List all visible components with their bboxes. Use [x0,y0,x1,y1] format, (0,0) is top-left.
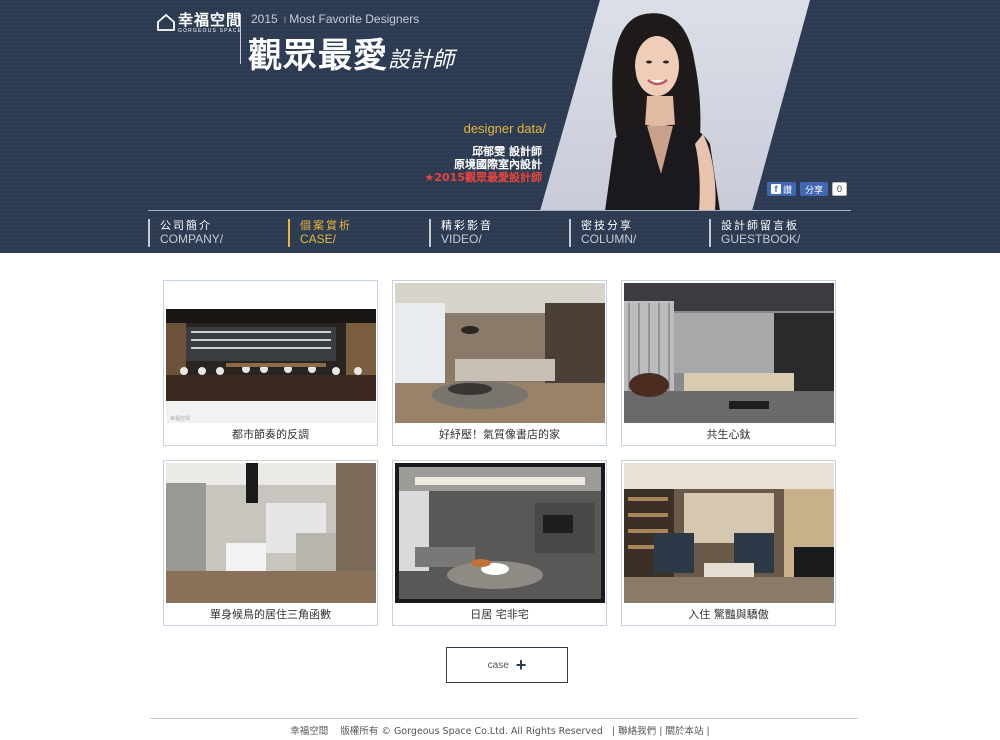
case-card[interactable]: 幸福空間 好紓壓！氣質像書店的家 [392,280,607,446]
site-footer: 幸福空間 版權所有 © Gorgeous Space Co.Ltd. All R… [290,726,710,737]
nav-item-company[interactable]: 公司簡介 COMPANY/ [148,219,223,247]
case-card[interactable]: 幸福空間 都市節奏的反調 [163,280,378,446]
case-thumbnail [166,463,376,603]
designer-award: ★2015觀眾最愛設計師 [424,171,542,184]
case-title: 好紓壓！氣質像書店的家 [439,428,560,441]
nav-label-cn: 設計師留言板 [721,219,799,232]
event-tagline: 2015 I Most Favorite Designers [251,12,419,26]
tagline-separator: I [283,15,287,25]
case-card[interactable]: 幸福空間 共生心鈦 [621,280,836,446]
case-title: 都市節奏的反調 [232,428,309,441]
logo-english: GORGEOUS SPACE [178,28,243,34]
footer-divider [150,718,858,719]
designer-portrait [605,13,720,211]
logo-chinese: 幸福空間 [178,11,243,29]
nav-divider [148,210,851,211]
case-card[interactable]: 幸福空間 入住 驚豔與驕傲 [621,460,836,626]
case-thumbnail [395,283,605,423]
nav-item-guestbook[interactable]: 設計師留言板 GUESTBOOK/ [709,219,800,247]
event-year: 2015 [251,12,278,26]
main-nav: 公司簡介 COMPANY/ 個案賞析 CASE/ 精彩影音 VIDEO/ 密技分… [148,219,851,247]
nav-label-cn: 公司簡介 [160,219,212,232]
designer-data-label: designer data/ [463,121,546,136]
case-title: 入住 驚豔與驕傲 [688,608,769,621]
nav-item-case[interactable]: 個案賞析 CASE/ [288,219,352,247]
case-card[interactable]: 幸福空間 單身候鳥的居住三角函數 [163,460,378,626]
plus-icon: + [515,655,527,675]
nav-label-en: VIDEO/ [441,232,482,246]
social-share: f 讚 分享 0 [767,182,848,196]
nav-label-en: CASE/ [300,232,337,246]
nav-label-cn: 精彩影音 [441,219,493,232]
nav-label-en: GUESTBOOK/ [721,232,801,246]
house-logo-icon [157,13,175,31]
case-title: 單身候鳥的居住三角函數 [210,608,331,621]
nav-label-en: COLUMN/ [581,232,637,246]
footer-copyright: 版權所有 © Gorgeous Space Co.Ltd. All Rights… [340,726,603,737]
case-thumbnail [395,463,605,603]
page-title-sub: 設計師 [388,48,455,73]
like-label: 讚 [783,184,793,195]
case-title: 共生心鈦 [706,428,751,441]
nav-item-column[interactable]: 密技分享 COLUMN/ [569,219,636,247]
case-thumbnail [624,283,834,423]
site-logo[interactable]: 幸福空間 GORGEOUS SPACE [156,12,242,35]
page-title: 觀眾最愛設計師 [248,28,454,77]
header-divider [240,14,241,64]
share-button[interactable]: 分享 [800,182,829,196]
more-cases-button[interactable]: case + [446,647,568,683]
facebook-like-button[interactable]: f 讚 [767,182,797,196]
nav-item-video[interactable]: 精彩影音 VIDEO/ [429,219,493,247]
share-count: 0 [832,182,848,196]
case-thumbnail [166,283,376,423]
nav-label-cn: 個案賞析 [300,219,352,232]
tagline-text: Most Favorite Designers [289,12,420,26]
facebook-icon: f [771,184,781,194]
footer-link-about[interactable]: 關於本站 [665,726,703,737]
footer-site-name: 幸福空間 [290,726,329,737]
nav-label-en: COMPANY/ [160,232,224,246]
case-card[interactable]: 幸福空間 日居 宅非宅 [392,460,607,626]
footer-link-contact[interactable]: 聯絡我們 [618,726,656,737]
nav-label-cn: 密技分享 [581,219,633,232]
page-title-main: 觀眾最愛 [248,36,388,76]
case-thumbnail [624,463,834,603]
case-title: 日居 宅非宅 [470,608,529,621]
more-cases-label: case [487,659,509,671]
site-header: 幸福空間 GORGEOUS SPACE 2015 I Most Favorite D… [0,0,1000,253]
